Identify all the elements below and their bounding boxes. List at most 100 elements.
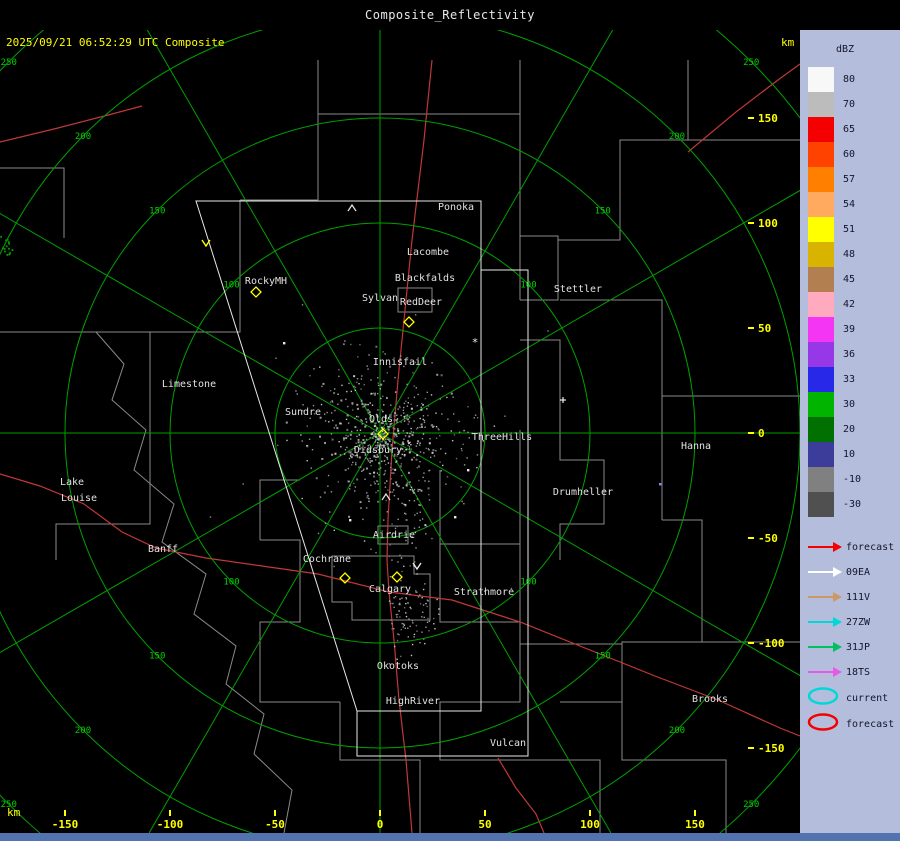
- km-axis-unit-top: km: [781, 36, 795, 49]
- legend-label: 18TS: [846, 667, 871, 678]
- dbz-swatch: [808, 67, 834, 92]
- axis-label-right: 50: [758, 322, 771, 335]
- dbz-swatch: [808, 392, 834, 417]
- dbz-value: 42: [843, 299, 856, 310]
- dbz-value: 51: [843, 224, 856, 235]
- dbz-value: 54: [843, 199, 856, 210]
- city-label: Stettler: [554, 284, 602, 295]
- range-ring-label: 250: [743, 58, 759, 68]
- legend-entry-111V: 111V: [800, 585, 900, 610]
- legend-entry-31JP: 31JP: [800, 635, 900, 660]
- dbz-swatch: [808, 492, 834, 517]
- map-markers: *: [201, 203, 662, 584]
- city-label: Didsbury: [354, 445, 402, 456]
- city-label: Olds: [369, 414, 393, 425]
- axis-label-bottom: 100: [580, 818, 600, 831]
- city-label: ThreeHills: [472, 432, 532, 443]
- dbz-scale-entry: 45: [800, 267, 900, 292]
- city-label: Airdrie: [373, 530, 415, 541]
- dbz-value: 57: [843, 174, 856, 185]
- dbz-value: -10: [843, 474, 862, 485]
- legend-label: 111V: [846, 592, 871, 603]
- axis-label-bottom: 150: [685, 818, 705, 831]
- axis-label-bottom: -50: [265, 818, 285, 831]
- legend-panel: dBZ 80 70 65 60 57 54 51 48 45 42 39 36 33 30 20 10 -10 -…: [800, 30, 900, 833]
- dbz-swatch: [808, 167, 834, 192]
- track-arrow-icon: [806, 613, 842, 632]
- city-label: Vulcan: [490, 738, 526, 749]
- dbz-value: 20: [843, 424, 856, 435]
- storm-ellipse-icon: [806, 687, 842, 709]
- city-labels: Ponoka Lacombe Blackfalds Sylvan RedDeer Stet…: [60, 202, 728, 749]
- dbz-swatch: [808, 92, 834, 117]
- dot-symbol: [283, 342, 286, 345]
- city-label: Lacombe: [407, 247, 449, 258]
- city-label: Innisfail: [373, 357, 427, 368]
- city-label: Brooks: [692, 694, 728, 705]
- dbz-scale-entry: 70: [800, 92, 900, 117]
- dbz-scale-entry: 80: [800, 67, 900, 92]
- radar-map[interactable]: 100 100 100 100 150 150 150 150 200 200 200 200 250 2…: [0, 30, 800, 833]
- range-ring-label: 100: [520, 577, 536, 587]
- legend-label: 31JP: [846, 642, 871, 653]
- dbz-scale-entry: 48: [800, 242, 900, 267]
- axis-label-bottom: 0: [377, 818, 384, 831]
- legend-label: current: [846, 692, 889, 704]
- city-label: Banff: [148, 544, 178, 555]
- city-label: Calgary: [369, 584, 411, 595]
- city-label: Limestone: [162, 379, 216, 390]
- dbz-swatch: [808, 217, 834, 242]
- dbz-value: 30: [843, 399, 856, 410]
- city-label: Louise: [61, 493, 97, 504]
- caret-up-symbol: [347, 203, 357, 212]
- dbz-scale-entry: 30: [800, 392, 900, 417]
- window-titlebar: Composite_Reflectivity: [0, 0, 900, 30]
- dbz-swatch: [808, 242, 834, 267]
- legend-entry-18TS: 18TS: [800, 660, 900, 685]
- dot-symbol: [659, 483, 662, 486]
- range-ring-label: 250: [743, 800, 759, 810]
- dbz-scale-entry: 60: [800, 142, 900, 167]
- track-arrow-icon: [806, 638, 842, 657]
- dbz-scale-entry: 36: [800, 342, 900, 367]
- dbz-swatch: [808, 342, 834, 367]
- dbz-value: 10: [843, 449, 856, 460]
- dot-symbol: [467, 469, 470, 472]
- dbz-value: 33: [843, 374, 856, 385]
- dbz-swatch: [808, 142, 834, 167]
- dbz-value: 80: [843, 74, 856, 85]
- km-axis-unit-bottom: km: [7, 806, 21, 819]
- legend-entry-27ZW: 27ZW: [800, 610, 900, 635]
- dbz-scale-entry: -10: [800, 467, 900, 492]
- dbz-scale-title: dBZ: [836, 44, 855, 55]
- legend-entry-current: current: [800, 685, 900, 711]
- dbz-swatch: [808, 417, 834, 442]
- city-label: HighRiver: [386, 696, 440, 707]
- legend-label: forecast: [846, 542, 895, 553]
- dbz-swatch: [808, 367, 834, 392]
- city-label: Sundre: [285, 407, 321, 418]
- range-ring-label: 200: [75, 132, 91, 142]
- axis-label-right: -50: [758, 532, 778, 545]
- dbz-scale-entry: 10: [800, 442, 900, 467]
- dbz-swatch: [808, 117, 834, 142]
- dbz-scale-entry: 39: [800, 317, 900, 342]
- axis-label-bottom: 50: [478, 818, 491, 831]
- range-ring-label: 100: [223, 281, 239, 291]
- track-legend: forecast 09EA 111V 27ZW 31JP 18TS current forec…: [800, 535, 900, 737]
- legend-label: 27ZW: [846, 617, 871, 628]
- legend-entry-09EA: 09EA: [800, 560, 900, 585]
- dbz-value: 70: [843, 99, 856, 110]
- dbz-value: 45: [843, 274, 856, 285]
- axis-label-right: -100: [758, 637, 785, 650]
- radar-site-marker[interactable]: [403, 316, 415, 328]
- city-label: Sylvan: [362, 293, 398, 304]
- radar-site-marker[interactable]: [250, 286, 262, 298]
- track-arrow-icon: [806, 538, 842, 557]
- dbz-value: 60: [843, 149, 856, 160]
- legend-label: forecast: [846, 718, 895, 730]
- dbz-scale-entry: 20: [800, 417, 900, 442]
- city-label: Strathmore: [454, 587, 514, 598]
- range-ring-label: 200: [669, 726, 685, 736]
- range-ring-label: 150: [149, 206, 165, 216]
